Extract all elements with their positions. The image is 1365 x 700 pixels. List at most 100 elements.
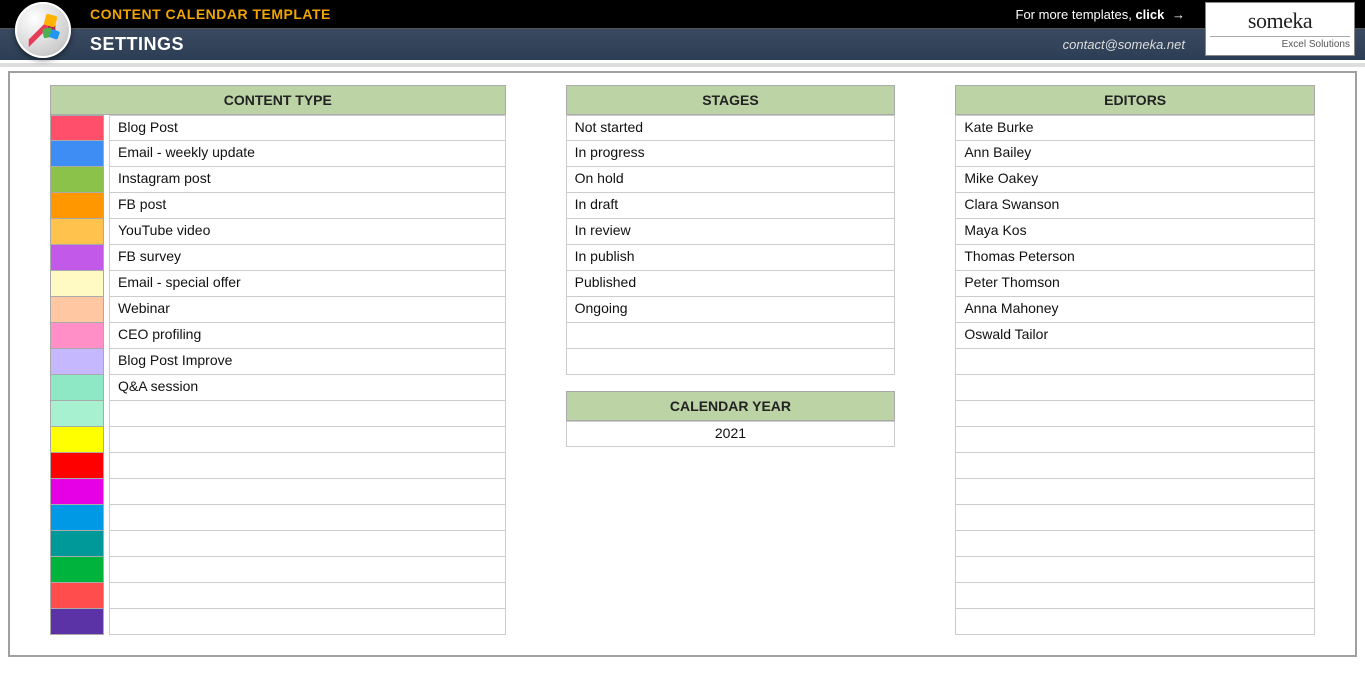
editors-cell[interactable]: Anna Mahoney (955, 297, 1315, 323)
content-type-row: YouTube video (50, 219, 506, 245)
content-type-header: CONTENT TYPE (50, 85, 506, 115)
content-type-cell[interactable] (109, 453, 506, 479)
content-type-cell[interactable] (109, 609, 506, 635)
color-swatch[interactable] (50, 219, 104, 245)
editors-row: Ann Bailey (955, 141, 1315, 167)
stages-cell[interactable]: In review (566, 219, 896, 245)
editors-cell[interactable]: Oswald Tailor (955, 323, 1315, 349)
stages-row: In draft (566, 193, 896, 219)
content-type-cell[interactable] (109, 583, 506, 609)
content-type-cell[interactable]: Email - weekly update (109, 141, 506, 167)
color-swatch[interactable] (50, 453, 104, 479)
color-swatch[interactable] (50, 323, 104, 349)
editors-cell[interactable] (955, 583, 1315, 609)
content-type-panel: CONTENT TYPE Blog PostEmail - weekly upd… (50, 85, 506, 635)
editors-cell[interactable] (955, 609, 1315, 635)
editors-cell[interactable] (955, 531, 1315, 557)
stages-row: In publish (566, 245, 896, 271)
color-swatch[interactable] (50, 245, 104, 271)
content-type-cell[interactable]: Instagram post (109, 167, 506, 193)
content-type-cell[interactable] (109, 427, 506, 453)
editors-cell[interactable] (955, 375, 1315, 401)
color-swatch[interactable] (50, 115, 104, 141)
color-swatch[interactable] (50, 167, 104, 193)
stages-cell[interactable]: On hold (566, 167, 896, 193)
stages-cell[interactable]: In draft (566, 193, 896, 219)
stages-cell[interactable]: Published (566, 271, 896, 297)
content-type-cell[interactable] (109, 479, 506, 505)
color-swatch[interactable] (50, 427, 104, 453)
contact-email[interactable]: contact@someka.net (1063, 37, 1185, 52)
content-type-cell[interactable] (109, 505, 506, 531)
stages-cell[interactable]: Not started (566, 115, 896, 141)
content-type-cell[interactable]: CEO profiling (109, 323, 506, 349)
stages-cell[interactable]: In progress (566, 141, 896, 167)
stages-row: Not started (566, 115, 896, 141)
editors-cell[interactable]: Kate Burke (955, 115, 1315, 141)
sub-bar: SETTINGS contact@someka.net (0, 28, 1365, 60)
stages-cell[interactable] (566, 349, 896, 375)
editors-cell[interactable]: Ann Bailey (955, 141, 1315, 167)
content-type-cell[interactable]: Webinar (109, 297, 506, 323)
content-type-cell[interactable]: Blog Post (109, 115, 506, 141)
editors-cell[interactable]: Mike Oakey (955, 167, 1315, 193)
editors-row (955, 557, 1315, 583)
brand-sub: Excel Solutions (1210, 36, 1350, 50)
brand-box[interactable]: someka Excel Solutions (1205, 2, 1355, 56)
color-swatch[interactable] (50, 583, 104, 609)
editors-cell[interactable] (955, 479, 1315, 505)
content-type-cell[interactable]: FB post (109, 193, 506, 219)
editors-cell[interactable] (955, 349, 1315, 375)
content-type-row: Email - special offer (50, 271, 506, 297)
stages-row (566, 323, 896, 349)
color-swatch[interactable] (50, 479, 104, 505)
more-templates-link[interactable]: For more templates, click → (1016, 7, 1185, 22)
editors-cell[interactable] (955, 401, 1315, 427)
color-swatch[interactable] (50, 609, 104, 635)
color-swatch[interactable] (50, 297, 104, 323)
color-swatch[interactable] (50, 401, 104, 427)
content-type-cell[interactable]: YouTube video (109, 219, 506, 245)
content-type-cell[interactable] (109, 401, 506, 427)
color-swatch[interactable] (50, 531, 104, 557)
content-type-table: Blog PostEmail - weekly updateInstagram … (50, 115, 506, 635)
color-swatch[interactable] (50, 193, 104, 219)
content-type-cell[interactable] (109, 557, 506, 583)
editors-row (955, 479, 1315, 505)
content-type-row: Q&A session (50, 375, 506, 401)
stages-row: Ongoing (566, 297, 896, 323)
editors-row: Mike Oakey (955, 167, 1315, 193)
editors-row (955, 531, 1315, 557)
app-title: CONTENT CALENDAR TEMPLATE (90, 6, 331, 22)
editors-cell[interactable]: Maya Kos (955, 219, 1315, 245)
content-type-cell[interactable]: Q&A session (109, 375, 506, 401)
calendar-year-header: CALENDAR YEAR (566, 391, 896, 421)
editors-row (955, 427, 1315, 453)
color-swatch[interactable] (50, 141, 104, 167)
stages-cell[interactable] (566, 323, 896, 349)
stages-cell[interactable]: Ongoing (566, 297, 896, 323)
editors-cell[interactable]: Clara Swanson (955, 193, 1315, 219)
editors-cell[interactable] (955, 557, 1315, 583)
content-type-cell[interactable]: Email - special offer (109, 271, 506, 297)
app-logo (15, 2, 71, 58)
color-swatch[interactable] (50, 349, 104, 375)
content-type-cell[interactable]: FB survey (109, 245, 506, 271)
editors-cell[interactable]: Peter Thomson (955, 271, 1315, 297)
color-swatch[interactable] (50, 271, 104, 297)
editors-cell[interactable] (955, 505, 1315, 531)
editors-cell[interactable] (955, 453, 1315, 479)
content-type-cell[interactable] (109, 531, 506, 557)
stages-row: In review (566, 219, 896, 245)
editors-row: Anna Mahoney (955, 297, 1315, 323)
color-swatch[interactable] (50, 505, 104, 531)
editors-cell[interactable]: Thomas Peterson (955, 245, 1315, 271)
color-swatch[interactable] (50, 557, 104, 583)
stages-cell[interactable]: In publish (566, 245, 896, 271)
calendar-year-value[interactable]: 2021 (566, 421, 896, 447)
editors-row: Oswald Tailor (955, 323, 1315, 349)
content-type-row (50, 479, 506, 505)
color-swatch[interactable] (50, 375, 104, 401)
editors-cell[interactable] (955, 427, 1315, 453)
content-type-cell[interactable]: Blog Post Improve (109, 349, 506, 375)
